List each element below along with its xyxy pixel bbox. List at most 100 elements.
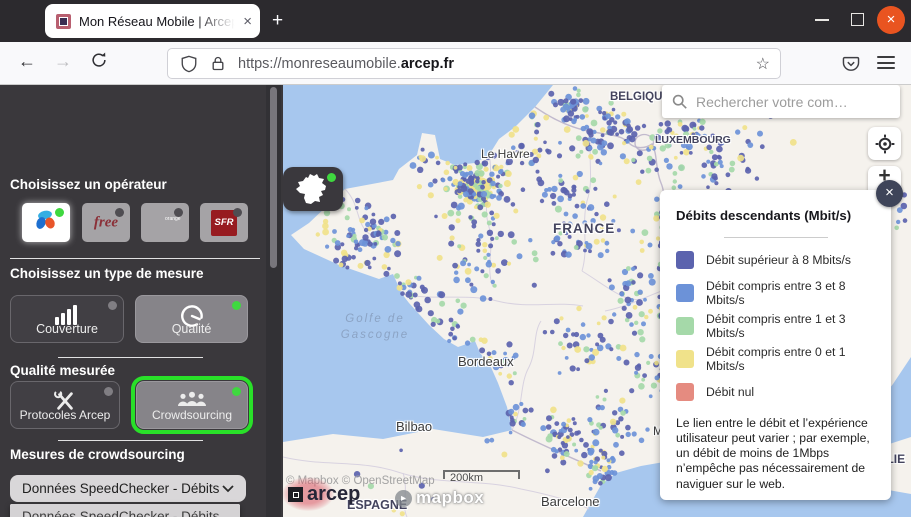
measure-couverture-button[interactable]: Couverture bbox=[10, 295, 124, 343]
tab-title: Mon Réseau Mobile | Arcep bbox=[79, 14, 241, 29]
legend-item-4: Débit nul bbox=[676, 383, 875, 401]
menu-hamburger-icon[interactable] bbox=[877, 56, 895, 69]
sidebar: Choisissez un opérateur free orange bbox=[0, 85, 283, 517]
tab-close-icon[interactable]: × bbox=[243, 14, 252, 29]
legend-title: Débits descendants (Mbit/s) bbox=[676, 208, 875, 223]
label-barcelone: Barcelone bbox=[541, 494, 600, 509]
label-golfe-2: Gascogne bbox=[330, 329, 420, 341]
new-tab-button[interactable]: + bbox=[272, 9, 283, 33]
legend-items: Débit supérieur à 8 Mbits/s Débit compris… bbox=[676, 251, 875, 401]
legend-panel: Débits descendants (Mbit/s) Débit supéri… bbox=[660, 190, 891, 500]
chevron-down-icon bbox=[222, 485, 234, 493]
divider bbox=[58, 357, 203, 358]
crowdsourcing-dropdown-list: Données SpeedChecker - DébitsDonnées Moz… bbox=[10, 504, 240, 517]
search-input[interactable] bbox=[696, 94, 890, 110]
url-bar[interactable]: https://monreseaumobile.arcep.fr ☆ bbox=[167, 48, 781, 79]
legend-close-button[interactable]: × bbox=[876, 180, 903, 207]
divider bbox=[10, 258, 260, 259]
dropdown-option-0[interactable]: Données SpeedChecker - Débits bbox=[10, 504, 240, 517]
legend-swatch bbox=[676, 383, 694, 401]
legend-label: Débit compris entre 3 et 8 Mbits/s bbox=[706, 279, 875, 307]
map-scale-bar: 200km bbox=[443, 470, 520, 479]
legend-item-0: Débit supérieur à 8 Mbits/s bbox=[676, 251, 875, 269]
legend-label: Débit compris entre 0 et 1 Mbits/s bbox=[706, 345, 875, 373]
label-golfe-1: Golfe de bbox=[330, 313, 420, 325]
divider bbox=[58, 440, 203, 441]
france-silhouette-icon bbox=[295, 173, 327, 205]
sidebar-scrollbar-track[interactable] bbox=[266, 85, 281, 517]
arcep-logo[interactable]: arcep bbox=[288, 483, 360, 506]
url-text: https://monreseaumobile.arcep.fr bbox=[238, 56, 454, 72]
operator-status-dot bbox=[115, 208, 124, 217]
mapbox-logo[interactable]: ▸ mapbox bbox=[395, 488, 484, 508]
legend-note: Le lien entre le débit et l’expérience u… bbox=[676, 416, 875, 492]
operator-status-dot bbox=[55, 208, 64, 217]
label-france: FRANCE bbox=[553, 221, 615, 236]
legend-swatch bbox=[676, 284, 694, 302]
browser-window: Mon Réseau Mobile | Arcep × + × ← → http… bbox=[0, 0, 911, 517]
measure-status-dot bbox=[108, 301, 117, 310]
select-value: Données SpeedChecker - Débits bbox=[22, 481, 219, 496]
people-icon bbox=[137, 390, 247, 408]
legend-swatch bbox=[676, 251, 694, 269]
operator-free[interactable]: free bbox=[82, 203, 130, 242]
browser-toolbar: ← → https://monreseaumobile.arcep.fr ☆ bbox=[0, 42, 911, 85]
browser-tab[interactable]: Mon Réseau Mobile | Arcep × bbox=[45, 4, 260, 38]
site-favicon-icon bbox=[56, 14, 71, 29]
legend-swatch bbox=[676, 350, 694, 368]
quality-crowdsourcing-button[interactable]: Crowdsourcing bbox=[136, 381, 248, 429]
free-logo: free bbox=[94, 214, 118, 231]
label-luxembourg: LUXEMBOURG bbox=[655, 134, 731, 146]
legend-item-1: Débit compris entre 3 et 8 Mbits/s bbox=[676, 284, 875, 302]
label-bordeaux: Bordeaux bbox=[458, 354, 514, 369]
quality-heading: Qualité mesurée bbox=[10, 363, 115, 378]
operator-orange[interactable]: orange bbox=[141, 203, 189, 242]
legend-item-3: Débit compris entre 0 et 1 Mbits/s bbox=[676, 350, 875, 368]
forward-icon: → bbox=[54, 51, 72, 72]
operator-status-dot bbox=[233, 208, 242, 217]
legend-label: Débit supérieur à 8 Mbits/s bbox=[706, 253, 851, 267]
arcep-square-icon bbox=[288, 487, 303, 502]
titlebar: Mon Réseau Mobile | Arcep × + × bbox=[0, 0, 911, 42]
window-close-button[interactable]: × bbox=[877, 6, 905, 34]
crowdsourcing-heading: Mesures de crowdsourcing bbox=[10, 447, 185, 462]
measure-qualite-button[interactable]: Qualité bbox=[135, 295, 248, 343]
lock-icon bbox=[210, 55, 226, 72]
label-bilbao: Bilbao bbox=[396, 419, 432, 434]
scale-label: 200km bbox=[450, 472, 483, 484]
search-icon bbox=[672, 94, 688, 110]
legend-swatch bbox=[676, 317, 694, 335]
measure-heading: Choisissez un type de mesure bbox=[10, 266, 204, 281]
mapbox-circle-icon: ▸ bbox=[395, 490, 412, 507]
france-territory-button[interactable] bbox=[283, 167, 343, 211]
territory-status-dot bbox=[327, 173, 336, 182]
back-icon[interactable]: ← bbox=[18, 51, 36, 72]
sidebar-scrollbar-thumb[interactable] bbox=[270, 87, 277, 268]
label-le-havre: Le Havre bbox=[481, 147, 530, 161]
legend-item-2: Débit compris entre 1 et 3 Mbits/s bbox=[676, 317, 875, 335]
legend-label: Débit nul bbox=[706, 385, 754, 399]
operator-heading: Choisissez un opérateur bbox=[10, 177, 167, 192]
reload-icon[interactable] bbox=[90, 51, 108, 74]
operator-sfr[interactable]: SFR bbox=[200, 203, 248, 242]
measure-status-dot bbox=[232, 301, 241, 310]
quality-protocoles-button[interactable]: Protocoles Arcep bbox=[10, 381, 120, 429]
geolocate-icon bbox=[875, 134, 895, 154]
window-minimize-button[interactable] bbox=[815, 19, 829, 21]
sea-atlantic bbox=[283, 85, 553, 442]
quality-status-dot bbox=[104, 387, 113, 396]
shield-icon[interactable] bbox=[180, 55, 198, 73]
legend-label: Débit compris entre 1 et 3 Mbits/s bbox=[706, 312, 875, 340]
bookmark-star-icon[interactable]: ☆ bbox=[756, 54, 770, 74]
map-area[interactable]: BELGIQUE LUXEMBOURG FRANCE ESPAGNE ITALI… bbox=[283, 85, 911, 517]
pocket-icon[interactable] bbox=[841, 54, 861, 79]
operator-bouygues[interactable] bbox=[22, 203, 70, 242]
quality-status-dot bbox=[232, 387, 241, 396]
page-content: Choisissez un opérateur free orange bbox=[0, 85, 911, 517]
legend-divider bbox=[724, 237, 828, 238]
operator-status-dot bbox=[174, 208, 183, 217]
window-maximize-button[interactable] bbox=[851, 13, 864, 26]
geolocate-button[interactable] bbox=[868, 127, 901, 160]
commune-search[interactable] bbox=[662, 85, 900, 118]
crowdsourcing-select[interactable]: Données SpeedChecker - Débits bbox=[10, 475, 246, 502]
